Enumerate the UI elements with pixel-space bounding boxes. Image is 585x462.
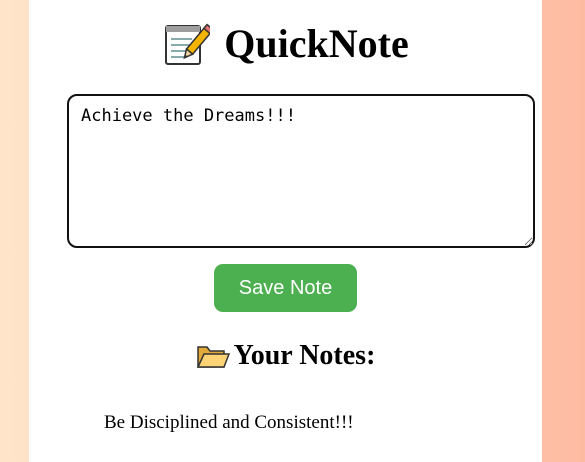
memo-icon [162, 20, 215, 68]
open-folder-icon [196, 342, 230, 370]
app-card: QuickNote Achieve the Dreams!!! Save Not… [29, 0, 542, 462]
note-input[interactable]: Achieve the Dreams!!! [67, 94, 535, 248]
notes-heading-label: Your Notes: [233, 340, 376, 371]
app-header: QuickNote [29, 18, 542, 70]
app-title: QuickNote [224, 21, 409, 66]
note-item: Be Disciplined and Consistent!!! [104, 412, 354, 433]
notes-heading: Your Notes: [29, 340, 542, 372]
notes-list: Be Disciplined and Consistent!!! [104, 412, 354, 434]
save-note-button[interactable]: Save Note [214, 264, 357, 312]
